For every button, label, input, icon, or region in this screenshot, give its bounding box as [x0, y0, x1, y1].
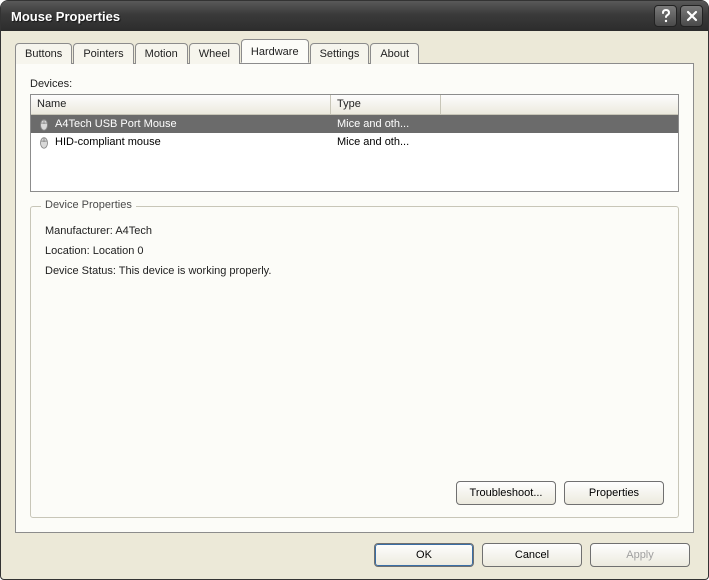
dialog-button-row: OK Cancel Apply	[7, 533, 702, 573]
device-type-cell: Mice and oth...	[331, 117, 441, 131]
groupbox-title: Device Properties	[41, 199, 136, 211]
dialog-window: Mouse Properties Buttons Pointers Motion…	[0, 0, 709, 580]
device-name-text: HID-compliant mouse	[55, 136, 161, 148]
tab-wheel[interactable]: Wheel	[189, 43, 240, 64]
status-value: This device is working properly.	[119, 265, 272, 277]
help-icon	[660, 9, 672, 23]
column-header-spacer	[441, 95, 678, 114]
column-header-name[interactable]: Name	[31, 95, 331, 114]
client-area: Buttons Pointers Motion Wheel Hardware S…	[7, 35, 702, 573]
tab-pointers[interactable]: Pointers	[73, 43, 133, 64]
status-line: Device Status: This device is working pr…	[45, 265, 664, 277]
listview-body: A4Tech USB Port Mouse Mice and oth... HI…	[31, 115, 678, 191]
location-line: Location: Location 0	[45, 245, 664, 257]
window-title: Mouse Properties	[11, 9, 654, 24]
device-name-cell: HID-compliant mouse	[31, 134, 331, 150]
cancel-button[interactable]: Cancel	[482, 543, 582, 567]
manufacturer-line: Manufacturer: A4Tech	[45, 225, 664, 237]
device-row[interactable]: A4Tech USB Port Mouse Mice and oth...	[31, 115, 678, 133]
titlebar: Mouse Properties	[1, 1, 708, 31]
troubleshoot-button[interactable]: Troubleshoot...	[456, 481, 556, 505]
close-icon	[686, 10, 698, 22]
help-button[interactable]	[654, 5, 677, 27]
tab-page-hardware: Devices: Name Type	[15, 63, 694, 533]
apply-button: Apply	[590, 543, 690, 567]
manufacturer-label: Manufacturer:	[45, 225, 113, 237]
ok-button[interactable]: OK	[374, 543, 474, 567]
tab-strip: Buttons Pointers Motion Wheel Hardware S…	[7, 35, 702, 63]
location-label: Location:	[45, 245, 90, 257]
device-name-cell: A4Tech USB Port Mouse	[31, 116, 331, 132]
device-name-text: A4Tech USB Port Mouse	[55, 118, 177, 130]
titlebar-button-group	[654, 5, 703, 27]
status-label: Device Status:	[45, 265, 116, 277]
column-header-type[interactable]: Type	[331, 95, 441, 114]
mouse-icon	[37, 117, 51, 131]
device-type-cell: Mice and oth...	[331, 135, 441, 149]
device-listview[interactable]: Name Type A4Tech USB Port Mouse	[30, 94, 679, 192]
tab-buttons[interactable]: Buttons	[15, 43, 72, 64]
devices-label: Devices:	[30, 78, 679, 90]
location-value: Location 0	[93, 245, 144, 257]
tab-hardware[interactable]: Hardware	[241, 39, 309, 63]
mouse-icon	[37, 135, 51, 149]
device-properties-group: Device Properties Manufacturer: A4Tech L…	[30, 206, 679, 518]
group-button-row: Troubleshoot... Properties	[45, 481, 664, 505]
properties-button[interactable]: Properties	[564, 481, 664, 505]
tab-about[interactable]: About	[370, 43, 419, 64]
listview-header: Name Type	[31, 95, 678, 115]
manufacturer-value: A4Tech	[115, 225, 152, 237]
close-button[interactable]	[680, 5, 703, 27]
tab-motion[interactable]: Motion	[135, 43, 188, 64]
tab-settings[interactable]: Settings	[310, 43, 370, 64]
device-row[interactable]: HID-compliant mouse Mice and oth...	[31, 133, 678, 151]
